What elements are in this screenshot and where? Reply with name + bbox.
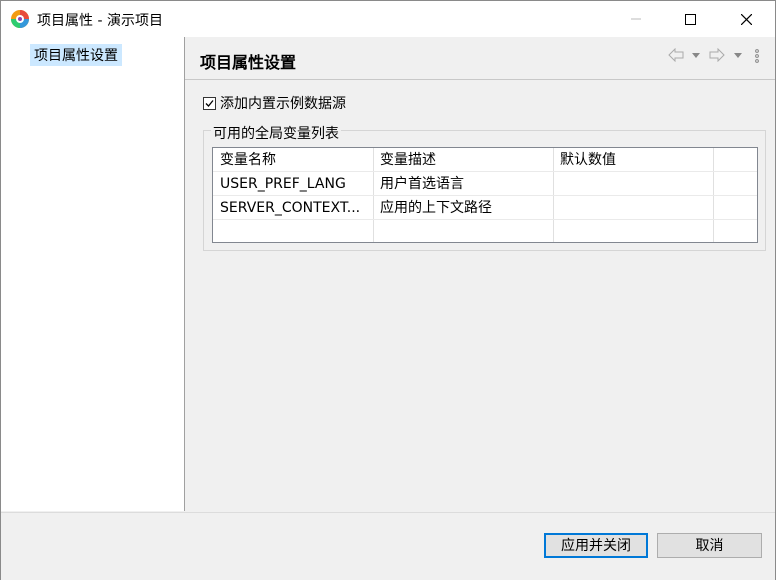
navigation-pane: 项目属性设置	[1, 37, 185, 511]
sidebar-item-project-settings[interactable]: 项目属性设置	[30, 44, 122, 66]
table-header-row: 变量名称 变量描述 默认数值	[213, 148, 757, 172]
window-title: 项目属性 - 演示项目	[37, 13, 163, 29]
table-cell	[553, 172, 713, 196]
page-header: 项目属性设置	[185, 37, 775, 80]
apply-and-close-button[interactable]: 应用并关闭	[544, 533, 648, 558]
table-row[interactable]: SERVER_CONTEXT... 应用的上下文路径	[213, 196, 757, 220]
column-header-default-value[interactable]: 默认数值	[553, 148, 713, 172]
back-arrow-icon[interactable]	[668, 48, 684, 62]
maximize-button[interactable]	[667, 1, 713, 37]
dropdown-icon[interactable]	[692, 53, 700, 58]
column-header-name[interactable]: 变量名称	[213, 148, 373, 172]
button-bar: 应用并关闭 取消	[1, 512, 775, 580]
maximize-icon	[684, 13, 696, 25]
checkbox-checked-icon[interactable]	[203, 96, 216, 110]
close-icon	[740, 13, 752, 25]
table-cell: USER_PREF_LANG	[220, 176, 346, 192]
title-bar: 项目属性 - 演示项目	[1, 1, 775, 37]
variables-table: 变量名称 变量描述 默认数值 USER_PREF_LANG 用户首选语言 SER…	[212, 147, 758, 243]
column-header-description[interactable]: 变量描述	[373, 148, 553, 172]
dialog-window: 项目属性 - 演示项目 项目属性设置 项目属性设置 添加内置示例数据源 可用的全…	[0, 0, 776, 580]
table-cell: 应用的上下文路径	[380, 200, 492, 216]
column-header-empty	[713, 148, 757, 172]
sidebar-item-label: 项目属性设置	[34, 48, 118, 64]
app-icon	[11, 10, 29, 28]
builtin-datasource-checkbox-row[interactable]: 添加内置示例数据源	[203, 93, 346, 113]
table-row-empty[interactable]	[213, 220, 757, 244]
table-cell: SERVER_CONTEXT...	[220, 200, 361, 216]
close-button[interactable]	[723, 1, 769, 37]
page-title: 项目属性设置	[200, 53, 297, 72]
table-row[interactable]: USER_PREF_LANG 用户首选语言	[213, 172, 757, 196]
table-cell	[713, 196, 757, 220]
table-cell	[713, 172, 757, 196]
table-cell: 用户首选语言	[380, 176, 464, 192]
minimize-icon	[631, 18, 641, 20]
dropdown-icon[interactable]	[734, 53, 742, 58]
forward-arrow-icon[interactable]	[709, 48, 725, 62]
table-cell	[553, 196, 713, 220]
more-vertical-icon[interactable]	[755, 49, 759, 63]
content-pane: 项目属性设置 添加内置示例数据源 可用的全局变量列表 变量名称 变量描述 默认数…	[185, 37, 775, 511]
checkbox-label: 添加内置示例数据源	[220, 96, 346, 112]
minimize-button[interactable]	[613, 1, 659, 37]
group-label: 可用的全局变量列表	[211, 123, 341, 143]
cancel-button[interactable]: 取消	[657, 533, 762, 558]
